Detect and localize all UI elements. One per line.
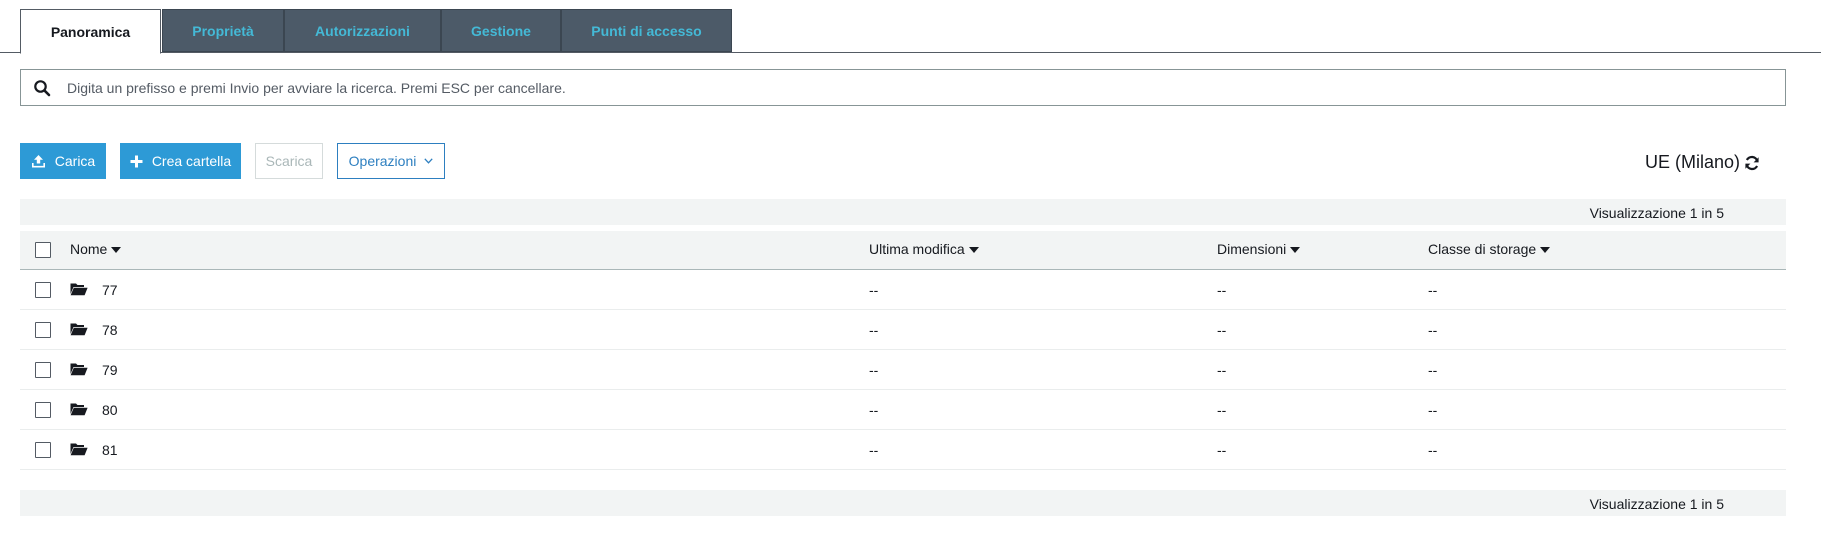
table-row[interactable]: 78 -- -- --	[20, 310, 1786, 350]
folder-name[interactable]: 80	[102, 402, 118, 418]
column-header-dimensioni[interactable]: Dimensioni	[1217, 241, 1301, 257]
folder-name[interactable]: 81	[102, 442, 118, 458]
folder-name[interactable]: 77	[102, 282, 118, 298]
folder-name[interactable]: 79	[102, 362, 118, 378]
tab-label: Proprietà	[192, 22, 254, 39]
row-checkbox[interactable]	[35, 402, 51, 418]
column-header-nome[interactable]: Nome	[70, 241, 122, 257]
storage-class: --	[1428, 282, 1438, 298]
folder-open-icon	[70, 283, 88, 296]
tab-punti-di-accesso[interactable]: Punti di accesso	[561, 9, 732, 52]
table-row[interactable]: 77 -- -- --	[20, 270, 1786, 310]
storage-class: --	[1428, 362, 1438, 378]
sort-caret-icon	[1540, 246, 1551, 253]
create-folder-label: Crea cartella	[151, 153, 232, 169]
select-all-checkbox[interactable]	[35, 242, 51, 258]
row-checkbox[interactable]	[35, 442, 51, 458]
download-button[interactable]: Scarica	[255, 143, 323, 179]
table-row[interactable]: 81 -- -- --	[20, 430, 1786, 470]
row-checkbox[interactable]	[35, 362, 51, 378]
create-folder-button[interactable]: Crea cartella	[120, 143, 241, 179]
folder-open-icon	[70, 403, 88, 416]
refresh-icon[interactable]	[1744, 155, 1760, 171]
table-header: Nome Ultima modifica Dimensioni Classe d…	[20, 231, 1786, 270]
last-modified: --	[869, 282, 879, 298]
tab-label: Gestione	[471, 22, 531, 39]
upload-button[interactable]: Carica	[20, 143, 106, 179]
table-row[interactable]: 79 -- -- --	[20, 350, 1786, 390]
column-label: Nome	[70, 241, 108, 257]
tab-proprieta[interactable]: Proprietà	[162, 9, 284, 52]
tab-label: Autorizzazioni	[315, 22, 410, 39]
actions-dropdown[interactable]: Operazioni	[337, 143, 445, 179]
results-summary-bottom: Visualizzazione 1 in 5	[20, 490, 1786, 516]
chevron-down-icon	[424, 158, 434, 164]
search-box	[20, 69, 1786, 106]
search-input[interactable]	[67, 70, 1785, 105]
size: --	[1217, 442, 1227, 458]
sort-caret-icon	[968, 246, 979, 253]
region-label: UE (Milano)	[1644, 152, 1740, 172]
folder-open-icon	[70, 323, 88, 336]
last-modified: --	[869, 322, 879, 338]
last-modified: --	[869, 362, 879, 378]
storage-class: --	[1428, 442, 1438, 458]
folder-open-icon	[70, 443, 88, 456]
results-count: Visualizzazione 1 in 5	[1589, 496, 1724, 512]
column-label: Ultima modifica	[869, 241, 965, 257]
search-icon	[34, 79, 51, 96]
tab-autorizzazioni[interactable]: Autorizzazioni	[284, 9, 441, 52]
folder-name[interactable]: 78	[102, 322, 118, 338]
size: --	[1217, 282, 1227, 298]
storage-class: --	[1428, 322, 1438, 338]
results-summary-top: Visualizzazione 1 in 5	[20, 199, 1786, 225]
folder-open-icon	[70, 363, 88, 376]
actions-label: Operazioni	[348, 153, 417, 169]
sort-caret-icon	[111, 246, 122, 253]
column-header-ultima-modifica[interactable]: Ultima modifica	[869, 241, 979, 257]
download-label: Scarica	[265, 153, 313, 169]
column-label: Dimensioni	[1217, 241, 1287, 257]
upload-label: Carica	[54, 153, 96, 169]
results-count: Visualizzazione 1 in 5	[1589, 205, 1724, 221]
last-modified: --	[869, 402, 879, 418]
s3-bucket-browser: Panoramica Proprietà Autorizzazioni Gest…	[0, 0, 1821, 546]
row-checkbox[interactable]	[35, 282, 51, 298]
tab-label: Punti di accesso	[591, 22, 702, 39]
size: --	[1217, 322, 1227, 338]
size: --	[1217, 402, 1227, 418]
column-label: Classe di storage	[1428, 241, 1537, 257]
row-checkbox[interactable]	[35, 322, 51, 338]
table-row[interactable]: 80 -- -- --	[20, 390, 1786, 430]
tab-bar: Panoramica Proprietà Autorizzazioni Gest…	[0, 0, 1821, 54]
tab-panoramica[interactable]: Panoramica	[20, 9, 161, 54]
tab-label: Panoramica	[50, 23, 131, 40]
sort-caret-icon	[1290, 246, 1301, 253]
upload-icon	[31, 154, 45, 167]
last-modified: --	[869, 442, 879, 458]
tab-gestione[interactable]: Gestione	[441, 9, 561, 52]
storage-class: --	[1428, 402, 1438, 418]
size: --	[1217, 362, 1227, 378]
plus-icon	[130, 155, 143, 167]
column-header-classe-di-storage[interactable]: Classe di storage	[1428, 241, 1551, 257]
